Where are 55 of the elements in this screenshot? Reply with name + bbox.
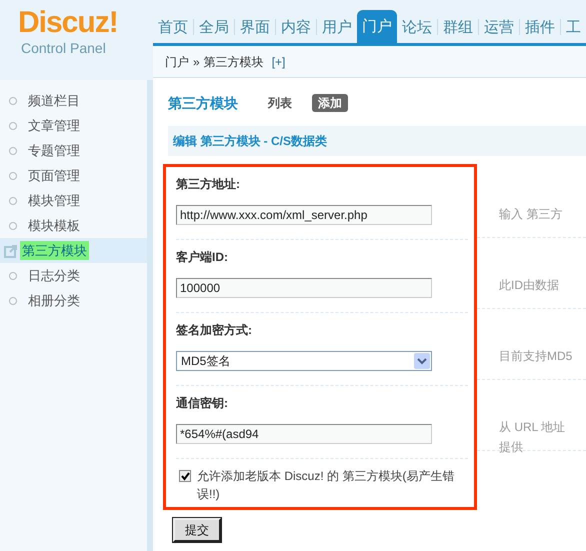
check-icon <box>180 472 190 480</box>
breadcrumb-separator: » <box>193 54 200 70</box>
logo-subtitle: Control Panel <box>20 40 107 56</box>
field-label: 通信密钥: <box>176 395 229 412</box>
submit-button[interactable]: 提交 <box>173 518 221 542</box>
field-label: 第三方地址: <box>176 176 241 193</box>
bullet-icon <box>9 96 17 104</box>
nav-tab[interactable]: 运营 <box>479 12 519 43</box>
field-hint: 此ID由数据 <box>499 277 560 294</box>
checkbox[interactable] <box>179 470 191 482</box>
input-field[interactable]: 100000 <box>176 278 432 298</box>
bullet-icon <box>9 272 17 280</box>
section-header: 编辑 第三方模块 - C/S数据类 <box>168 126 586 156</box>
nav-tab[interactable]: 门户 <box>357 10 397 43</box>
nav-tab[interactable]: 全局 <box>194 12 234 43</box>
input-field[interactable]: http://www.xxx.com/xml_server.php <box>176 205 432 225</box>
page-title: 第三方模块 <box>168 94 238 112</box>
sidebar-item[interactable]: 模块管理 <box>28 190 80 210</box>
nav-tab[interactable]: 插件 <box>520 12 560 43</box>
sidebar-item[interactable]: 专题管理 <box>28 140 80 160</box>
breadcrumb-current: 第三方模块 <box>204 54 264 70</box>
nav-tab[interactable]: 工 <box>561 12 586 43</box>
sidebar-item[interactable]: 文章管理 <box>28 116 80 136</box>
input-field[interactable]: *654%#(asd94 <box>176 424 432 444</box>
sidebar-item[interactable]: 频道栏目 <box>28 90 80 110</box>
sidebar-item[interactable]: 相册分类 <box>28 290 80 310</box>
nav-tab[interactable]: 内容 <box>276 12 316 43</box>
nav-tab[interactable]: 界面 <box>235 12 275 43</box>
breadcrumb-link[interactable]: 门户 <box>165 52 189 70</box>
field-hint: 目前支持MD5 <box>499 348 574 365</box>
logo: Discuz! <box>18 6 119 40</box>
nav-tab[interactable]: 论坛 <box>397 12 437 43</box>
sidebar-item[interactable]: 页面管理 <box>28 166 80 186</box>
nav-tab[interactable]: 用户 <box>317 12 357 43</box>
tab[interactable]: 列表 <box>262 94 298 112</box>
add-shortcut-link[interactable]: [+] <box>272 52 286 70</box>
external-link-icon <box>4 244 18 258</box>
field-hint: 输入 第三方 <box>499 206 564 223</box>
bullet-icon <box>9 222 17 230</box>
sidebar-item[interactable]: 日志分类 <box>28 266 80 286</box>
bullet-icon <box>9 196 17 204</box>
field-hint: 从 URL 地址 提供 <box>499 419 566 456</box>
tab[interactable]: 添加 <box>312 94 348 112</box>
nav-tab[interactable]: 群组 <box>438 12 478 43</box>
field-label: 签名加密方式: <box>176 322 253 339</box>
nav-tab[interactable]: 首页 <box>153 12 193 43</box>
sidebar-item[interactable]: 模块模板 <box>28 216 80 236</box>
bullet-icon <box>9 172 17 180</box>
bullet-icon <box>9 146 17 154</box>
select-field[interactable]: MD5签名 <box>176 351 432 371</box>
field-label: 客户端ID: <box>176 249 229 266</box>
checkbox-label: 允许添加老版本 Discuz! 的 第三方模块(易产生错误!!) <box>197 468 456 503</box>
sidebar-item[interactable]: 第三方模块 <box>20 240 89 260</box>
bullet-icon <box>9 296 17 304</box>
bullet-icon <box>9 122 17 130</box>
